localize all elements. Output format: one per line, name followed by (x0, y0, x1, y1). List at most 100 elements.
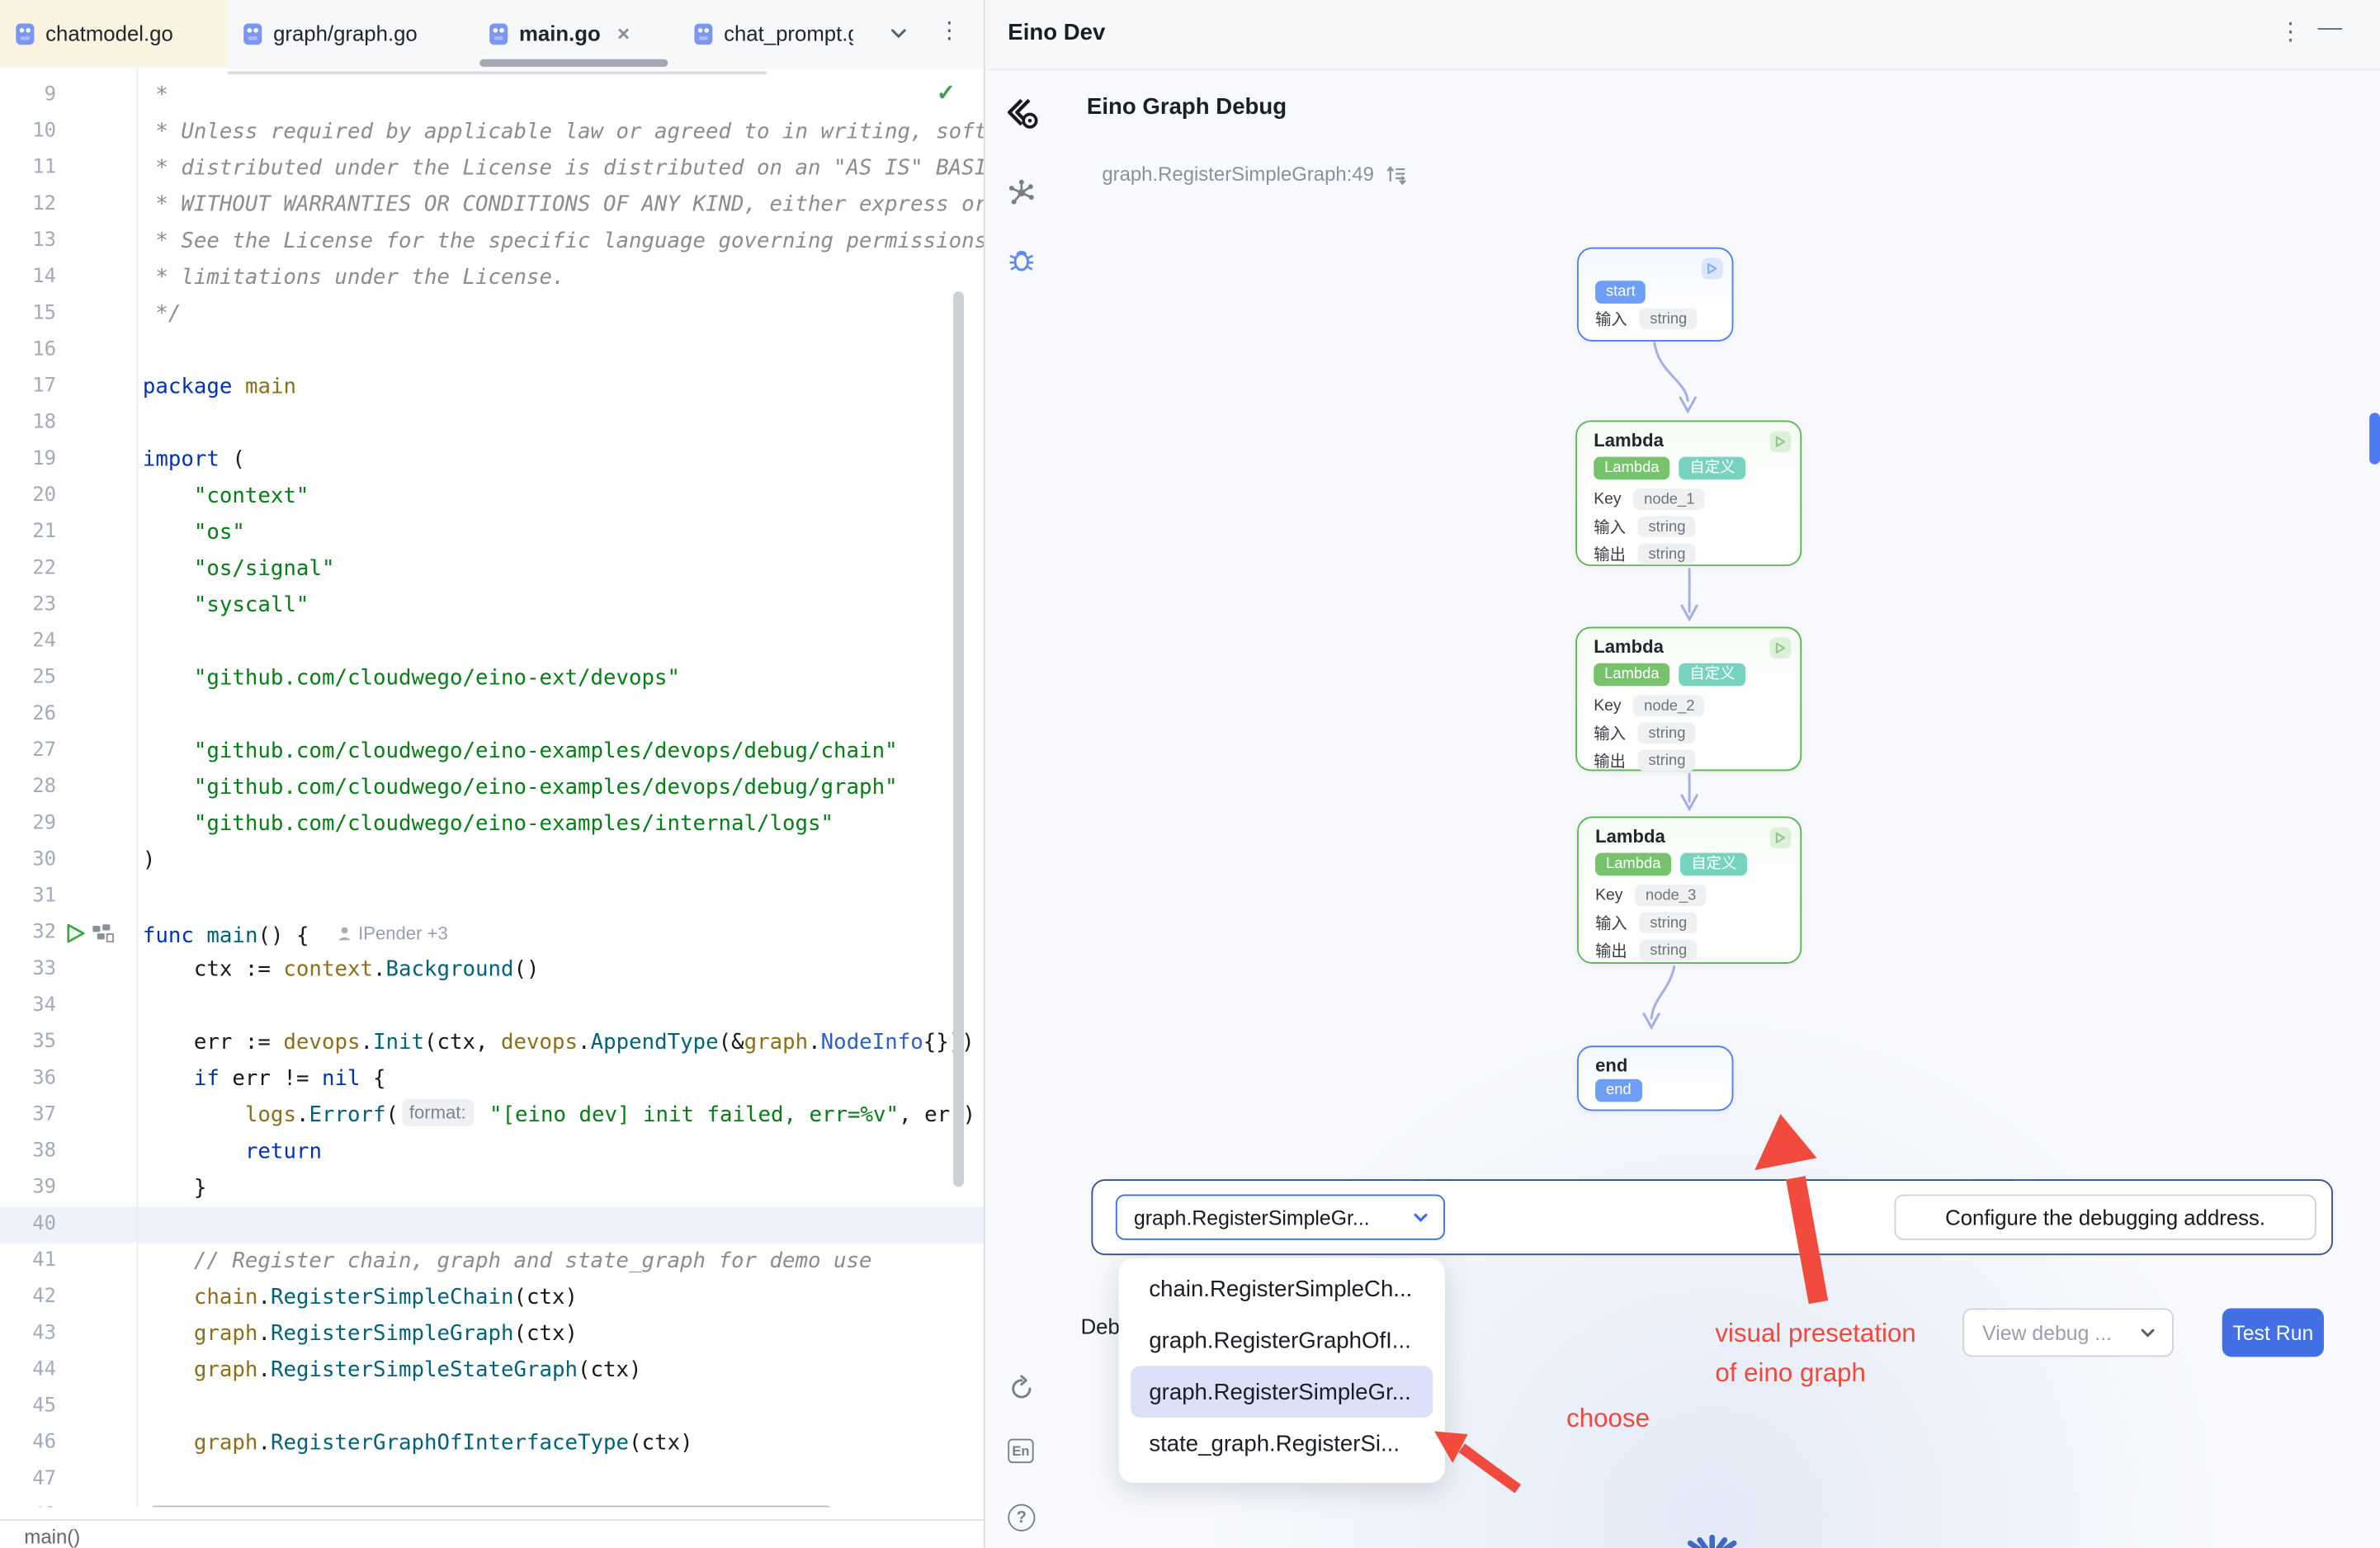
tab-scrollbar-thumb[interactable] (479, 59, 668, 67)
code-line[interactable]: 13 * See the License for the specific la… (0, 223, 984, 259)
run-icon[interactable] (65, 923, 87, 944)
editor-vertical-scrollbar[interactable] (953, 291, 964, 1187)
menu-item[interactable]: graph.RegisterGraphOfI... (1131, 1314, 1433, 1366)
code-text[interactable]: "context" (137, 478, 984, 514)
code-line[interactable]: 24 (0, 624, 984, 660)
editor-horizontal-scrollbar[interactable] (149, 1506, 833, 1508)
code-text[interactable] (137, 1389, 984, 1425)
code-text[interactable]: graph.RegisterSimpleStateGraph(ctx) (137, 1352, 984, 1389)
code-text[interactable]: logs.Errorf(format: "[eino dev] init fai… (137, 1097, 984, 1134)
graph-node-node_2[interactable]: LambdaLambda自定义Keynode_2输入string输出string (1575, 627, 1802, 772)
node-play-icon[interactable] (1770, 827, 1792, 848)
code-line[interactable]: 37 logs.Errorf(format: "[eino dev] init … (0, 1097, 984, 1134)
menu-item[interactable]: graph.RegisterSimpleGr... (1131, 1366, 1433, 1418)
code-line[interactable]: 44 graph.RegisterSimpleStateGraph(ctx) (0, 1352, 984, 1389)
inspections-ok-check-icon[interactable]: ✓ (937, 79, 956, 106)
menu-item[interactable]: state_graph.RegisterSi... (1131, 1418, 1433, 1470)
code-line[interactable]: 39 } (0, 1170, 984, 1206)
code-text[interactable]: } (137, 1170, 984, 1206)
code-text[interactable]: "os/signal" (137, 551, 984, 588)
close-icon[interactable]: × (617, 21, 630, 45)
profiler-icon[interactable] (92, 924, 114, 942)
code-line[interactable]: 19import ( (0, 441, 984, 478)
code-text[interactable]: * Unless required by applicable law or a… (137, 114, 984, 150)
code-line[interactable]: 38 return (0, 1134, 984, 1170)
code-text[interactable]: err := devops.Init(ctx, devops.AppendTyp… (137, 1025, 984, 1061)
code-line[interactable]: 42 chain.RegisterSimpleChain(ctx) (0, 1280, 984, 1316)
sort-lines-icon[interactable] (1386, 163, 1408, 185)
code-text[interactable] (137, 1461, 984, 1498)
code-line[interactable]: 18 (0, 405, 984, 441)
code-text[interactable]: // Register chain, graph and state_graph… (137, 1243, 984, 1279)
code-line[interactable]: 14 * limitations under the License. (0, 260, 984, 296)
code-text[interactable]: "github.com/cloudwego/eino-ext/devops" (137, 660, 984, 696)
code-text[interactable]: "github.com/cloudwego/eino-examples/devo… (137, 733, 984, 769)
graph-node-end[interactable]: endend (1577, 1045, 1733, 1111)
code-line[interactable]: 12 * WITHOUT WARRANTIES OR CONDITIONS OF… (0, 186, 984, 223)
code-line[interactable]: 10 * Unless required by applicable law o… (0, 114, 984, 150)
graph-select[interactable]: graph.RegisterSimpleGr... (1116, 1195, 1445, 1240)
code-text[interactable]: package main (137, 369, 984, 405)
code-line[interactable]: 17package main (0, 369, 984, 405)
code-line[interactable]: 47 (0, 1461, 984, 1498)
code-line[interactable]: 20 "context" (0, 478, 984, 514)
breadcrumb[interactable]: main() (0, 1519, 984, 1548)
code-line[interactable]: 40 (0, 1206, 984, 1243)
code-line[interactable]: 33 ctx := context.Background() (0, 951, 984, 988)
code-vision-author[interactable]: IPender +3 (337, 915, 447, 951)
debug-bug-icon[interactable] (1006, 244, 1037, 275)
chevron-down-icon[interactable] (886, 20, 910, 47)
configure-address-button[interactable]: Configure the debugging address. (1894, 1195, 2316, 1240)
code-line[interactable]: 22 "os/signal" (0, 551, 984, 588)
code-text[interactable]: return (137, 1134, 984, 1170)
tab-main-go[interactable]: main.go × (474, 0, 678, 67)
code-line[interactable]: 27 "github.com/cloudwego/eino-examples/d… (0, 733, 984, 769)
code-line[interactable]: 41 // Register chain, graph and state_gr… (0, 1243, 984, 1279)
code-line[interactable]: 32func main() { IPender +3 (0, 915, 984, 951)
code-text[interactable]: if err != nil { (137, 1061, 984, 1097)
code-text[interactable]: graph.RegisterSimpleGraph(ctx) (137, 1316, 984, 1352)
code-text[interactable]: import ( (137, 441, 984, 478)
code-text[interactable] (137, 1206, 984, 1243)
code-line[interactable]: 29 "github.com/cloudwego/eino-examples/i… (0, 806, 984, 842)
code-line[interactable]: 31 (0, 879, 984, 915)
tab-chatmodel[interactable]: chatmodel.go (0, 0, 228, 67)
graph-node-start[interactable]: start输入string (1577, 248, 1733, 342)
code-line[interactable]: 25 "github.com/cloudwego/eino-ext/devops… (0, 660, 984, 696)
code-text[interactable] (137, 879, 984, 915)
refresh-icon[interactable] (1008, 1375, 1035, 1402)
code-text[interactable]: "syscall" (137, 588, 984, 624)
code-text[interactable]: chain.RegisterSimpleChain(ctx) (137, 1280, 984, 1316)
eino-logo-icon[interactable] (1003, 96, 1041, 134)
code-text[interactable]: graph.RegisterGraphOfInterfaceType(ctx) (137, 1425, 984, 1461)
kebab-menu-icon[interactable]: ⋮ (938, 17, 961, 44)
node-play-icon[interactable] (1770, 431, 1792, 452)
code-line[interactable]: 35 err := devops.Init(ctx, devops.Append… (0, 1025, 984, 1061)
code-text[interactable]: "os" (137, 515, 984, 551)
code-text[interactable]: */ (137, 296, 984, 333)
code-editor[interactable]: 9 *10 * Unless required by applicable la… (0, 68, 984, 1508)
code-text[interactable]: func main() { IPender +3 (137, 915, 984, 951)
code-text[interactable]: * distributed under the License is distr… (137, 150, 984, 186)
graph-node-node_3[interactable]: LambdaLambda自定义Keynode_3输入string输出string (1577, 817, 1802, 964)
code-line[interactable]: 46 graph.RegisterGraphOfInterfaceType(ct… (0, 1425, 984, 1461)
breadcrumb-item[interactable]: main() (24, 1525, 80, 1548)
minimize-icon[interactable]: — (2318, 15, 2342, 42)
code-line[interactable]: 9 * (0, 78, 984, 114)
code-text[interactable]: * See the License for the specific langu… (137, 223, 984, 259)
code-line[interactable]: 15 */ (0, 296, 984, 333)
code-line[interactable]: 16 (0, 333, 984, 369)
code-text[interactable] (137, 988, 984, 1024)
code-text[interactable] (137, 405, 984, 441)
code-text[interactable]: * WITHOUT WARRANTIES OR CONDITIONS OF AN… (137, 186, 984, 223)
code-text[interactable]: ctx := context.Background() (137, 951, 984, 988)
kebab-menu-icon[interactable]: ⋮ (2278, 17, 2302, 47)
translate-en-icon[interactable]: En (1008, 1439, 1033, 1463)
node-play-icon[interactable] (1770, 638, 1792, 659)
code-line[interactable]: 21 "os" (0, 515, 984, 551)
code-text[interactable] (137, 333, 984, 369)
test-run-button[interactable]: Test Run (2222, 1308, 2324, 1357)
tab-chat-prompt[interactable]: chat_prompt.go (678, 0, 868, 67)
inlay-hint[interactable]: format: (402, 1099, 474, 1126)
view-debug-select[interactable]: View debug ... (1962, 1308, 2174, 1357)
